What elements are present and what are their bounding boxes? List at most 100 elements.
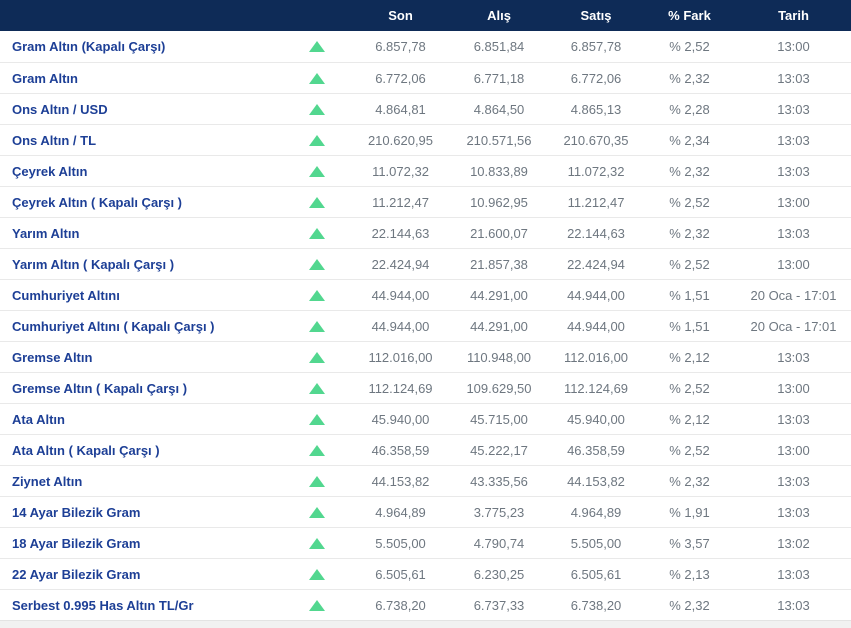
column-header-fark: % Fark [668, 8, 711, 23]
instrument-name[interactable]: Ons Altın / TL [0, 133, 282, 148]
fark-value: % 3,57 [669, 535, 710, 551]
satis-value: 112.016,00 [563, 349, 629, 365]
table-row[interactable]: Ziynet Altın 44.153,82 43.335,56 44.153,… [0, 465, 851, 496]
table-row[interactable]: Çeyrek Altın 11.072,32 10.833,89 11.072,… [0, 155, 851, 186]
satis-value: 46.358,59 [567, 442, 625, 458]
son-value: 6.772,06 [375, 70, 426, 86]
triangle-up-icon [309, 320, 325, 332]
trend-cell [282, 568, 352, 580]
tarih-value: 13:03 [777, 163, 810, 179]
alis-value: 4.790,74 [473, 535, 525, 551]
alis-value: 6.851,84 [473, 39, 525, 54]
table-row[interactable]: Yarım Altın ( Kapalı Çarşı ) 22.424,94 2… [0, 248, 851, 279]
instrument-name[interactable]: Ata Altın [0, 412, 282, 427]
trend-cell [282, 134, 352, 146]
tarih-value: 13:00 [777, 442, 810, 458]
alis-value: 10.833,89 [470, 163, 528, 179]
son-value: 44.153,82 [371, 473, 430, 489]
column-header-satis: Satış [580, 8, 612, 23]
tarih-value: 20 Oca - 17:01 [750, 287, 837, 303]
table-header-row: Son Alış Satış % Fark Tarih [0, 0, 851, 31]
table-row[interactable]: Gram Altın (Kapalı Çarşı) 6.857,78 6.851… [0, 31, 851, 62]
trend-cell [282, 103, 352, 115]
instrument-name[interactable]: 14 Ayar Bilezik Gram [0, 505, 282, 520]
table-row[interactable]: Gram Altın 6.772,06 6.771,18 6.772,06 % … [0, 62, 851, 93]
satis-value: 210.670,35 [563, 132, 629, 148]
alis-value: 21.857,38 [470, 256, 528, 272]
satis-value: 22.424,94 [567, 256, 625, 272]
instrument-name[interactable]: Yarım Altın [0, 226, 282, 241]
instrument-name[interactable]: Gram Altın (Kapalı Çarşı) [0, 39, 282, 54]
satis-value: 6.857,78 [570, 39, 622, 54]
instrument-name[interactable]: Yarım Altın ( Kapalı Çarşı ) [0, 257, 282, 272]
instrument-name[interactable]: Gremse Altın ( Kapalı Çarşı ) [0, 381, 282, 396]
fark-value: % 2,52 [669, 256, 710, 272]
son-value: 112.016,00 [368, 349, 433, 365]
table-row[interactable]: Cumhuriyet Altını 44.944,00 44.291,00 44… [0, 279, 851, 310]
son-value: 45.940,00 [371, 411, 430, 427]
son-value: 5.505,00 [375, 535, 426, 551]
instrument-name[interactable]: Çeyrek Altın ( Kapalı Çarşı ) [0, 195, 282, 210]
tarih-value: 13:03 [777, 411, 810, 427]
table-row[interactable]: Gremse Altın ( Kapalı Çarşı ) 112.124,69… [0, 372, 851, 403]
fark-value: % 2,32 [669, 163, 710, 179]
satis-value: 6.772,06 [570, 70, 622, 86]
table-row[interactable]: Ons Altın / TL 210.620,95 210.571,56 210… [0, 124, 851, 155]
son-value: 46.358,59 [371, 442, 430, 458]
satis-value: 44.944,00 [567, 287, 625, 303]
table-row[interactable]: Ata Altın ( Kapalı Çarşı ) 46.358,59 45.… [0, 434, 851, 465]
triangle-up-icon [309, 227, 325, 239]
instrument-name[interactable]: Serbest 0.995 Has Altın TL/Gr [0, 598, 282, 613]
alis-value: 109.629,50 [466, 380, 532, 396]
son-value: 6.738,20 [375, 597, 426, 613]
triangle-up-icon [309, 382, 325, 394]
table-row[interactable]: Ata Altın 45.940,00 45.715,00 45.940,00 … [0, 403, 851, 434]
instrument-name[interactable]: Gram Altın [0, 71, 282, 86]
alis-value: 10.962,95 [470, 194, 528, 210]
triangle-up-icon [309, 258, 325, 270]
fark-value: % 2,52 [669, 442, 710, 458]
satis-value: 6.505,61 [570, 566, 622, 582]
fark-value: % 2,12 [669, 349, 710, 365]
satis-value: 45.940,00 [567, 411, 625, 427]
trend-cell [282, 506, 352, 518]
fark-value: % 1,51 [669, 287, 710, 303]
table-row[interactable]: Ons Altın / USD 4.864,81 4.864,50 4.865,… [0, 93, 851, 124]
son-value: 112.124,69 [368, 380, 433, 396]
table-row[interactable]: 14 Ayar Bilezik Gram 4.964,89 3.775,23 4… [0, 496, 851, 527]
column-header-son: Son [388, 8, 413, 23]
triangle-up-icon [309, 196, 325, 208]
trend-cell [282, 196, 352, 208]
triangle-up-icon [309, 72, 325, 84]
satis-value: 22.144,63 [567, 225, 625, 241]
fark-value: % 1,91 [669, 504, 710, 520]
table-row[interactable]: Cumhuriyet Altını ( Kapalı Çarşı ) 44.94… [0, 310, 851, 341]
table-row[interactable]: Gremse Altın 112.016,00 110.948,00 112.0… [0, 341, 851, 372]
triangle-up-icon [309, 351, 325, 363]
instrument-name[interactable]: Ons Altın / USD [0, 102, 282, 117]
table-row[interactable]: Yarım Altın 22.144,63 21.600,07 22.144,6… [0, 217, 851, 248]
trend-cell [282, 289, 352, 301]
tarih-value: 13:03 [777, 504, 810, 520]
tarih-value: 13:00 [777, 194, 810, 210]
instrument-name[interactable]: 18 Ayar Bilezik Gram [0, 536, 282, 551]
table-row[interactable]: 22 Ayar Bilezik Gram 6.505,61 6.230,25 6… [0, 558, 851, 589]
instrument-name[interactable]: Gremse Altın [0, 350, 282, 365]
instrument-name[interactable]: Çeyrek Altın [0, 164, 282, 179]
alis-value: 43.335,56 [470, 473, 528, 489]
instrument-name[interactable]: Cumhuriyet Altını ( Kapalı Çarşı ) [0, 319, 282, 334]
fark-value: % 2,13 [669, 566, 710, 582]
son-value: 4.964,89 [375, 504, 426, 520]
instrument-name[interactable]: Ziynet Altın [0, 474, 282, 489]
trend-cell [282, 320, 352, 332]
table-row[interactable]: Çeyrek Altın ( Kapalı Çarşı ) 11.212,47 … [0, 186, 851, 217]
table-row[interactable]: Serbest 0.995 Has Altın TL/Gr 6.738,20 6… [0, 589, 851, 620]
instrument-name[interactable]: 22 Ayar Bilezik Gram [0, 567, 282, 582]
triangle-up-icon [309, 41, 325, 52]
son-value: 210.620,95 [367, 132, 434, 148]
alis-value: 6.230,25 [473, 566, 525, 582]
table-row[interactable]: 18 Ayar Bilezik Gram 5.505,00 4.790,74 5… [0, 527, 851, 558]
instrument-name[interactable]: Cumhuriyet Altını [0, 288, 282, 303]
instrument-name[interactable]: Ata Altın ( Kapalı Çarşı ) [0, 443, 282, 458]
trend-cell [282, 351, 352, 363]
